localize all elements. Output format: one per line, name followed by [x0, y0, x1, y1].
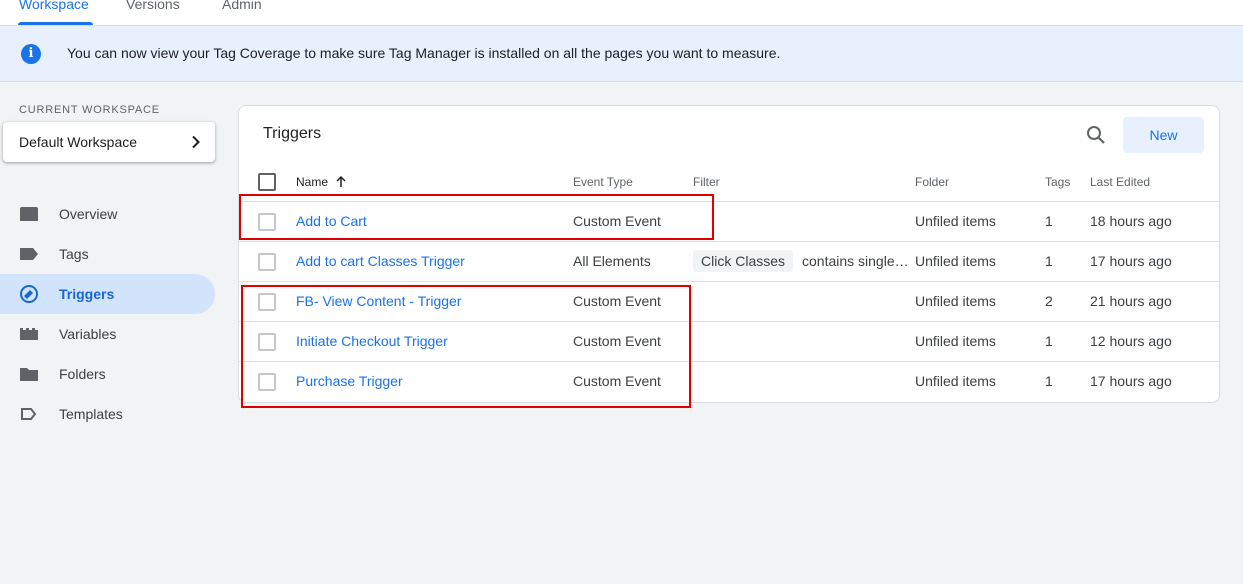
- sidebar-item-overview[interactable]: Overview: [0, 194, 215, 234]
- column-header-folder[interactable]: Folder: [915, 175, 949, 189]
- active-tab-indicator: [18, 22, 93, 25]
- new-trigger-button[interactable]: New: [1123, 117, 1204, 153]
- table-row[interactable]: Add to cart Classes Trigger All Elements…: [239, 241, 1219, 281]
- tab-workspace[interactable]: Workspace: [19, 0, 89, 13]
- column-header-tags[interactable]: Tags: [1045, 175, 1070, 189]
- tab-versions[interactable]: Versions: [126, 0, 180, 13]
- banner-message: You can now view your Tag Coverage to ma…: [67, 45, 781, 61]
- tab-admin[interactable]: Admin: [222, 0, 262, 13]
- variables-icon: [20, 328, 38, 340]
- column-header-name[interactable]: Name: [296, 175, 328, 189]
- folder: Unfiled items: [915, 213, 996, 229]
- last-edited: 17 hours ago: [1090, 253, 1172, 269]
- last-edited: 18 hours ago: [1090, 213, 1172, 229]
- top-tab-bar: Workspace Versions Admin: [0, 0, 1243, 26]
- sidebar-item-folders[interactable]: Folders: [0, 354, 215, 394]
- folder: Unfiled items: [915, 293, 996, 309]
- triggers-icon: [20, 285, 38, 303]
- sidebar-item-variables[interactable]: Variables: [0, 314, 215, 354]
- tag-count: 1: [1045, 213, 1053, 229]
- tag-count: 1: [1045, 373, 1053, 389]
- column-header-filter: Filter: [693, 175, 720, 189]
- sidebar-item-label: Overview: [59, 206, 118, 222]
- sidebar-item-label: Variables: [59, 326, 117, 342]
- folder: Unfiled items: [915, 373, 996, 389]
- current-workspace-label: CURRENT WORKSPACE: [19, 104, 160, 116]
- select-all-checkbox[interactable]: [258, 173, 276, 191]
- column-header-event-type[interactable]: Event Type: [573, 175, 633, 189]
- workspace-name: Default Workspace: [19, 134, 138, 150]
- column-header-last-edited[interactable]: Last Edited: [1090, 175, 1150, 189]
- last-edited: 21 hours ago: [1090, 293, 1172, 309]
- event-type: All Elements: [573, 253, 651, 269]
- folder: Unfiled items: [915, 253, 996, 269]
- sidebar-item-label: Folders: [59, 366, 106, 382]
- trigger-name-link[interactable]: Add to cart Classes Trigger: [296, 253, 465, 269]
- sort-ascending-icon[interactable]: [335, 175, 347, 188]
- chevron-right-icon: [192, 135, 200, 149]
- highlight-box: [241, 285, 691, 408]
- highlight-box: [239, 194, 714, 240]
- sidebar-item-label: Templates: [59, 406, 123, 422]
- templates-icon: [21, 408, 37, 420]
- folder: Unfiled items: [915, 333, 996, 349]
- info-banner: i You can now view your Tag Coverage to …: [0, 26, 1243, 82]
- last-edited: 17 hours ago: [1090, 373, 1172, 389]
- sidebar-item-label: Triggers: [59, 286, 115, 302]
- overview-icon: [20, 207, 38, 221]
- tag-icon: [20, 248, 38, 260]
- filter-condition: contains single…: [802, 253, 909, 269]
- tag-count: 1: [1045, 333, 1053, 349]
- row-checkbox[interactable]: [258, 253, 276, 271]
- sidebar-item-label: Tags: [59, 246, 89, 262]
- sidebar-item-triggers[interactable]: Triggers: [0, 274, 215, 314]
- search-icon[interactable]: [1084, 123, 1108, 147]
- tag-count: 1: [1045, 253, 1053, 269]
- tag-count: 2: [1045, 293, 1053, 309]
- page-title: Triggers: [263, 125, 322, 142]
- info-icon: i: [21, 44, 41, 64]
- folder-icon: [20, 368, 38, 381]
- sidebar-item-tags[interactable]: Tags: [0, 234, 215, 274]
- last-edited: 12 hours ago: [1090, 333, 1172, 349]
- sidebar-item-templates[interactable]: Templates: [0, 394, 215, 434]
- workspace-selector[interactable]: Default Workspace: [3, 122, 215, 162]
- filter-variable-chip: Click Classes: [693, 250, 794, 272]
